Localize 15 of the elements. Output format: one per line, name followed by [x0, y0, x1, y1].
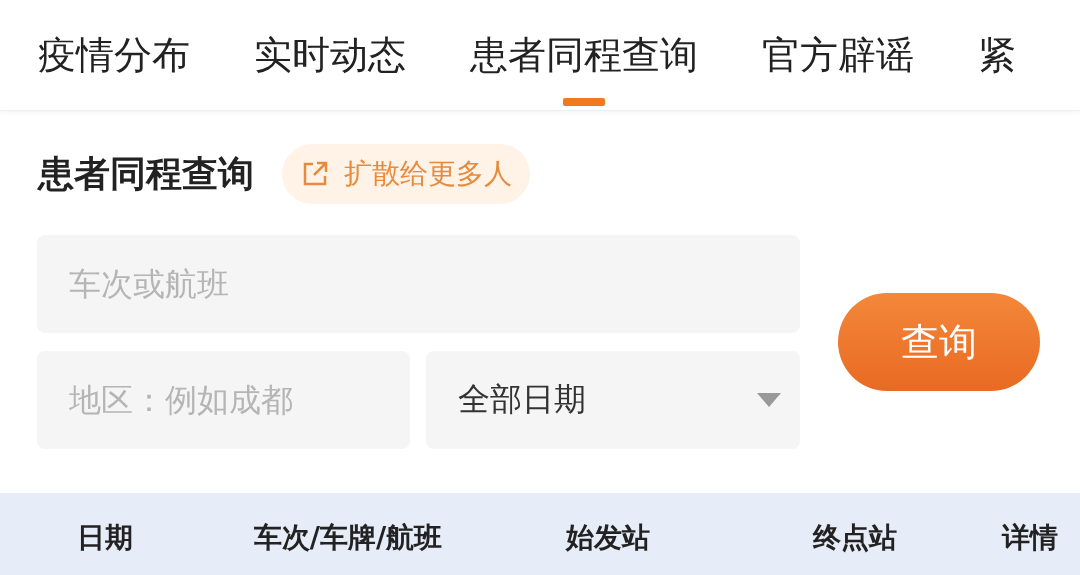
nav-tab[interactable]: 疫情分布 [38, 0, 190, 110]
column-header: 车次/车牌/航班 [252, 520, 444, 556]
column-header: 日期 [76, 520, 134, 556]
column-header: 终点站 [811, 520, 898, 556]
caret-icon [756, 392, 782, 408]
column-header: 详情 [1000, 520, 1059, 556]
nav-tab[interactable]: 官方辟谣 [762, 0, 914, 110]
nav-tab[interactable]: 患者同程查询 [470, 0, 698, 110]
date-select[interactable]: 全部日期 [426, 351, 800, 449]
region-field[interactable]: 地区：例如成都 [37, 351, 410, 449]
section-title: 患者同程查询 [38, 151, 254, 196]
nav-tab[interactable]: 紧 [978, 0, 1016, 110]
trip-field[interactable]: 车次或航班 [37, 235, 800, 333]
nav-tab[interactable]: 实时动态 [254, 0, 406, 110]
column-header: 始发站 [564, 520, 651, 556]
